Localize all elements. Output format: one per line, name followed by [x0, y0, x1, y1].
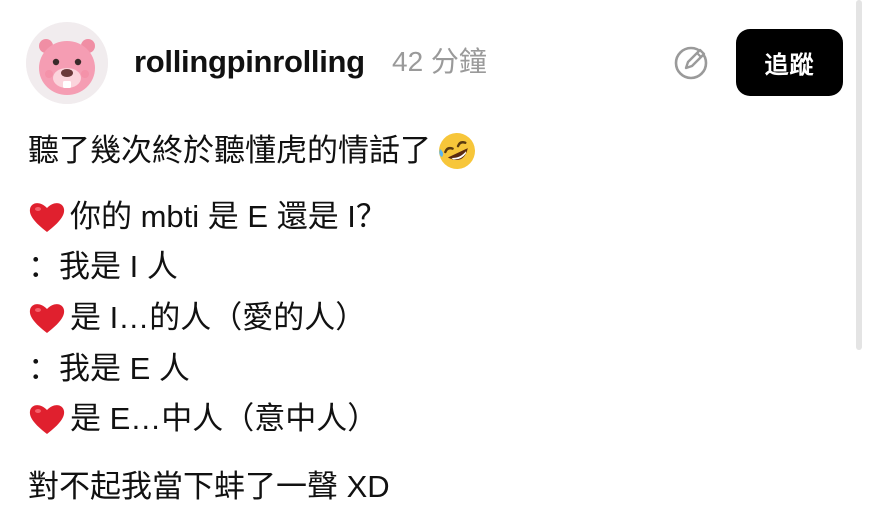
post-text-line-4: 是 I…的人（愛的人） — [28, 297, 366, 339]
post-text-line-3: ：我是 I 人 — [28, 249, 178, 284]
red-heart-emoji-icon — [29, 405, 65, 434]
edit-icon[interactable] — [672, 42, 712, 82]
scrollbar[interactable] — [856, 0, 862, 350]
post-text-line-1: 聽了幾次終於聽懂虎的情話了 — [28, 130, 477, 172]
rolling-laughing-emoji-icon — [439, 133, 475, 169]
post-card: rollingpinrolling 42 分鐘 追蹤 聽了幾次終於聽懂虎的情話了 — [0, 0, 870, 525]
post-timestamp: 42 分鐘 — [392, 46, 487, 77]
post-text-line-6: 是 E…中人（意中人） — [28, 398, 378, 440]
red-heart-emoji-icon — [29, 203, 65, 232]
red-heart-emoji-icon — [29, 304, 65, 333]
follow-button[interactable]: 追蹤 — [736, 29, 843, 96]
username[interactable]: rollingpinrolling — [134, 42, 365, 82]
beaver-avatar-icon — [26, 22, 108, 104]
post-text-line-2: 你的 mbti 是 E 還是 I？ — [28, 196, 387, 238]
post-text-line-5: ：我是 E 人 — [28, 351, 190, 386]
avatar[interactable] — [26, 22, 108, 104]
post-text-line-7: 對不起我當下蚌了一聲 XD — [28, 469, 390, 504]
